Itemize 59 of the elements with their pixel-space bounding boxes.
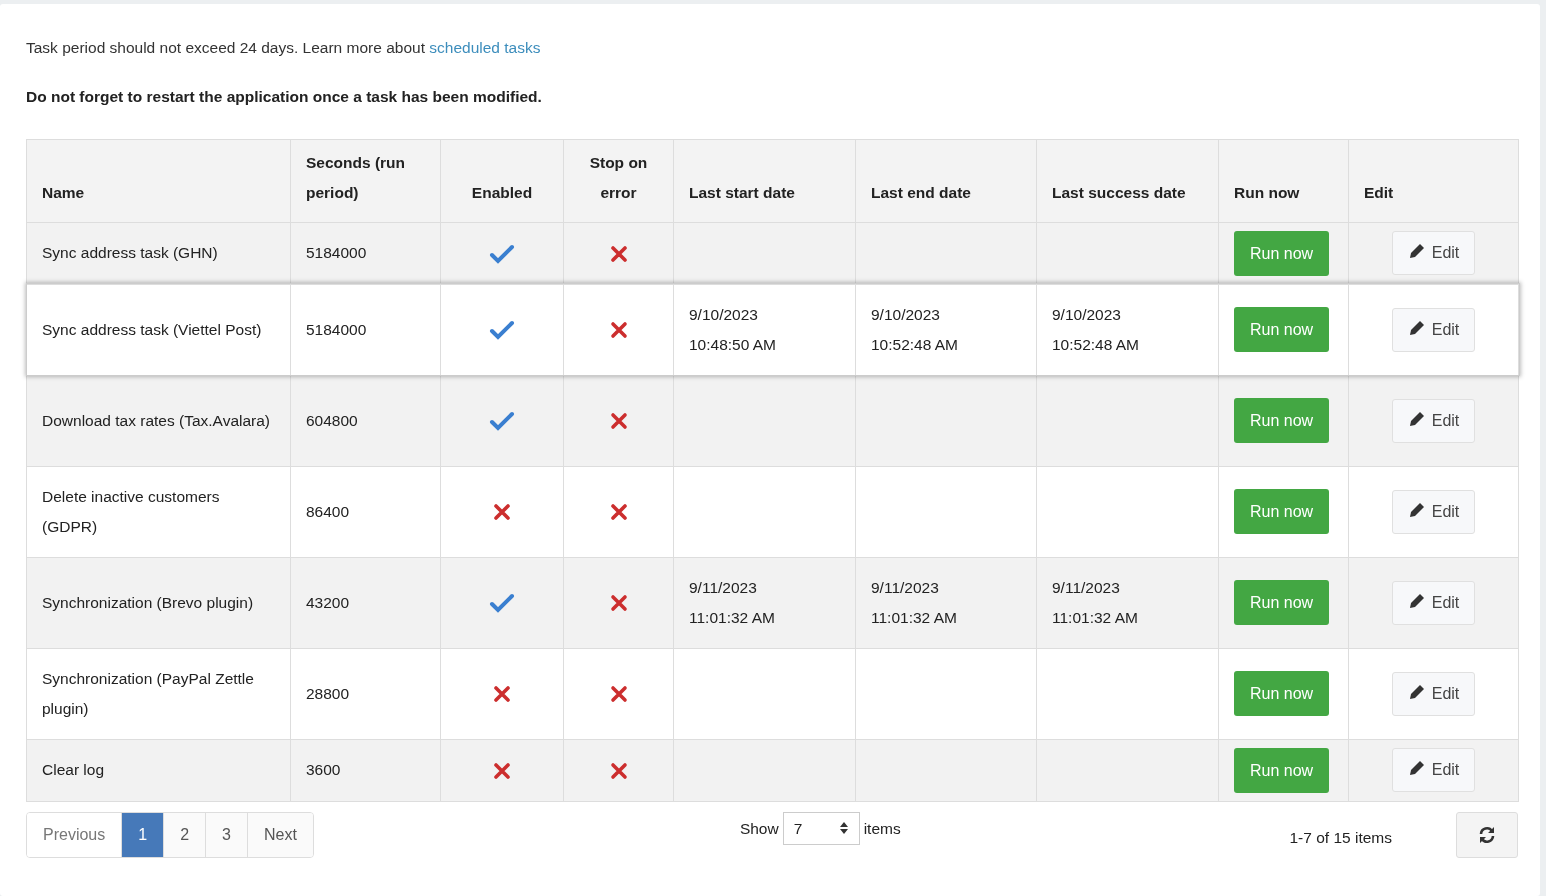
seconds-cell: 28800 <box>290 648 441 739</box>
pencil-icon <box>1407 591 1426 610</box>
task-name: Sync address task (GHN) <box>26 222 291 284</box>
column-header: Enabled <box>440 139 564 222</box>
column-header: Last success date <box>1036 139 1219 222</box>
seconds-cell: 86400 <box>290 466 441 557</box>
column-header: Name <box>26 139 291 222</box>
table-row[interactable]: Sync address task (Viettel Post) 5184000 9/10/2023 10:48:50 AM 9/10/2023 10:52:48 AM 9/10/2023 10:52:48 AM Run now Edit <box>26 284 1519 375</box>
pencil-icon <box>1407 759 1426 777</box>
refresh-button[interactable] <box>1456 811 1518 858</box>
info-text: Task period should not exceed 24 days. Learn more about scheduled tasks <box>26 38 542 58</box>
table-row[interactable]: Synchronization (Brevo plugin) 43200 9/11/2023 11:01:32 AM 9/11/2023 11:01:32 AM 9/11/2023 11:01:32 AM Run now Edit <box>26 557 1519 648</box>
task-name: Delete inactive customers (GDPR) <box>26 466 291 557</box>
refresh-icon <box>1478 825 1496 844</box>
column-header: Seconds (run period) <box>290 139 441 222</box>
column-header: Edit <box>1348 139 1519 222</box>
table-row[interactable]: Synchronization (PayPal Zettle plugin) 28800 Run now Edit <box>26 648 1519 739</box>
pencil-icon <box>1407 409 1426 428</box>
table-row[interactable]: Download tax rates (Tax.Avalara) 604800 Run now Edit <box>26 375 1519 466</box>
page-button[interactable]: 3 <box>205 812 247 857</box>
scheduled-tasks-link[interactable]: scheduled tasks <box>429 39 541 56</box>
edit-button[interactable]: Edit <box>1391 398 1476 443</box>
page-size-select[interactable]: 7 <box>782 811 860 845</box>
pencil-icon <box>1407 682 1426 701</box>
items-label: items <box>863 818 901 839</box>
edit-button[interactable]: Edit <box>1391 231 1476 275</box>
task-name: Clear log <box>26 739 291 801</box>
task-name: Synchronization (PayPal Zettle plugin) <box>26 648 291 739</box>
page-button[interactable]: 2 <box>163 812 206 857</box>
seconds-cell: 604800 <box>290 375 441 466</box>
task-name: Synchronization (Brevo plugin) <box>26 557 291 648</box>
edit-button[interactable]: Edit <box>1391 489 1476 534</box>
date-cell: 9/11/2023 11:01:32 AM <box>855 557 1037 648</box>
pencil-icon <box>1407 500 1426 519</box>
next-page-button[interactable]: Next <box>246 812 313 857</box>
seconds-cell: 3600 <box>290 739 441 801</box>
column-header: Last end date <box>855 139 1037 222</box>
edit-button[interactable]: Edit <box>1391 748 1476 792</box>
column-header: Run now <box>1218 139 1349 222</box>
date-cell: 9/11/2023 11:01:32 AM <box>1036 557 1219 648</box>
seconds-cell: 5184000 <box>290 222 441 284</box>
edit-button[interactable]: Edit <box>1391 307 1476 352</box>
pencil-icon <box>1407 242 1426 260</box>
show-label: Show <box>739 818 779 839</box>
pencil-icon <box>1407 318 1426 337</box>
table-row[interactable]: Sync address task (GHN) 5184000 Run now Edit <box>26 222 1519 284</box>
task-name: Download tax rates (Tax.Avalara) <box>26 375 291 466</box>
table-row[interactable]: Clear log 3600 Run now Edit <box>26 739 1519 801</box>
date-cell: 9/11/2023 11:01:32 AM <box>673 557 856 648</box>
items-summary: 1-7 of 15 items <box>1289 827 1392 848</box>
seconds-cell: 43200 <box>290 557 441 648</box>
column-header: Stop on error <box>563 139 674 222</box>
warning-text: Do not forget to restart the application once a task has been modified. <box>26 87 543 108</box>
page-button[interactable]: 1 <box>121 812 164 857</box>
edit-button[interactable]: Edit <box>1391 671 1476 716</box>
column-header: Last start date <box>673 139 856 222</box>
edit-button[interactable]: Edit <box>1391 580 1476 625</box>
table-row[interactable]: Delete inactive customers (GDPR) 86400 Run now Edit <box>26 466 1519 557</box>
sort-icon <box>838 821 849 836</box>
